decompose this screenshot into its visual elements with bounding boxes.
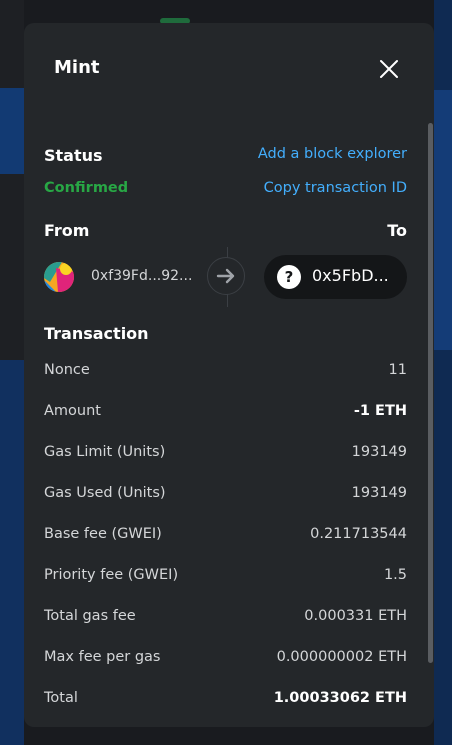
status-value-row: Confirmed Copy transaction ID [44, 180, 407, 202]
detail-label: Amount [44, 403, 101, 419]
status-row: Status Add a block explorer [44, 146, 407, 168]
from-to-labels: From To [44, 221, 407, 243]
close-icon[interactable] [379, 59, 399, 79]
transaction-details-modal: Mint Status Add a block explorer Confirm… [24, 23, 434, 727]
status-badge: Confirmed [44, 180, 129, 196]
transaction-title: Transaction [44, 324, 149, 343]
detail-value: 0.000000002 ETH [276, 649, 407, 665]
detail-label: Max fee per gas [44, 649, 161, 665]
detail-label: Base fee (GWEI) [44, 526, 162, 542]
detail-row-total-gas-fee: Total gas fee 0.000331 ETH [44, 608, 407, 630]
modal-title: Mint [54, 57, 100, 78]
detail-label: Nonce [44, 362, 90, 378]
add-block-explorer-link[interactable]: Add a block explorer [258, 146, 407, 162]
detail-value: 11 [388, 362, 407, 378]
detail-value: -1 ETH [353, 403, 407, 419]
detail-row-priority-fee: Priority fee (GWEI) 1.5 [44, 567, 407, 589]
to-label: To [387, 221, 407, 240]
copy-transaction-id-link[interactable]: Copy transaction ID [264, 180, 407, 196]
from-to-addresses: 0xf39Fd...92... ? 0x5FbD... [44, 247, 407, 307]
scrollbar[interactable] [428, 123, 433, 663]
question-icon: ? [277, 265, 301, 289]
detail-row-gas-limit: Gas Limit (Units) 193149 [44, 444, 407, 466]
detail-label: Priority fee (GWEI) [44, 567, 179, 583]
detail-label: Total [44, 690, 78, 706]
backdrop-left-panel [0, 88, 24, 174]
detail-row-amount: Amount -1 ETH [44, 403, 407, 425]
transaction-header: Transaction [44, 324, 407, 346]
detail-label: Total gas fee [44, 608, 136, 624]
from-address[interactable]: 0xf39Fd...92... [91, 268, 192, 284]
avatar [44, 262, 74, 292]
detail-value: 1.5 [383, 567, 407, 583]
detail-row-base-fee: Base fee (GWEI) 0.211713544 [44, 526, 407, 548]
detail-label: Gas Limit (Units) [44, 444, 166, 460]
detail-label: Gas Used (Units) [44, 485, 166, 501]
detail-value: 193149 [351, 485, 407, 501]
backdrop-right-panel [434, 90, 452, 350]
to-address-pill[interactable]: ? 0x5FbD... [264, 255, 407, 299]
detail-row-gas-used: Gas Used (Units) 193149 [44, 485, 407, 507]
backdrop-left-panel-lower [0, 360, 24, 745]
detail-row-total: Total 1.00033062 ETH [44, 690, 407, 712]
arrow-right-icon [207, 257, 245, 295]
from-label: From [44, 221, 90, 240]
detail-value: 0.211713544 [310, 526, 407, 542]
detail-value: 0.000331 ETH [304, 608, 407, 624]
status-label: Status [44, 146, 103, 165]
detail-row-max-fee: Max fee per gas 0.000000002 ETH [44, 649, 407, 671]
modal-header: Mint [24, 23, 434, 113]
to-address: 0x5FbD... [312, 266, 389, 285]
detail-value: 193149 [351, 444, 407, 460]
detail-row-nonce: Nonce 11 [44, 362, 407, 384]
detail-value: 1.00033062 ETH [273, 690, 407, 706]
